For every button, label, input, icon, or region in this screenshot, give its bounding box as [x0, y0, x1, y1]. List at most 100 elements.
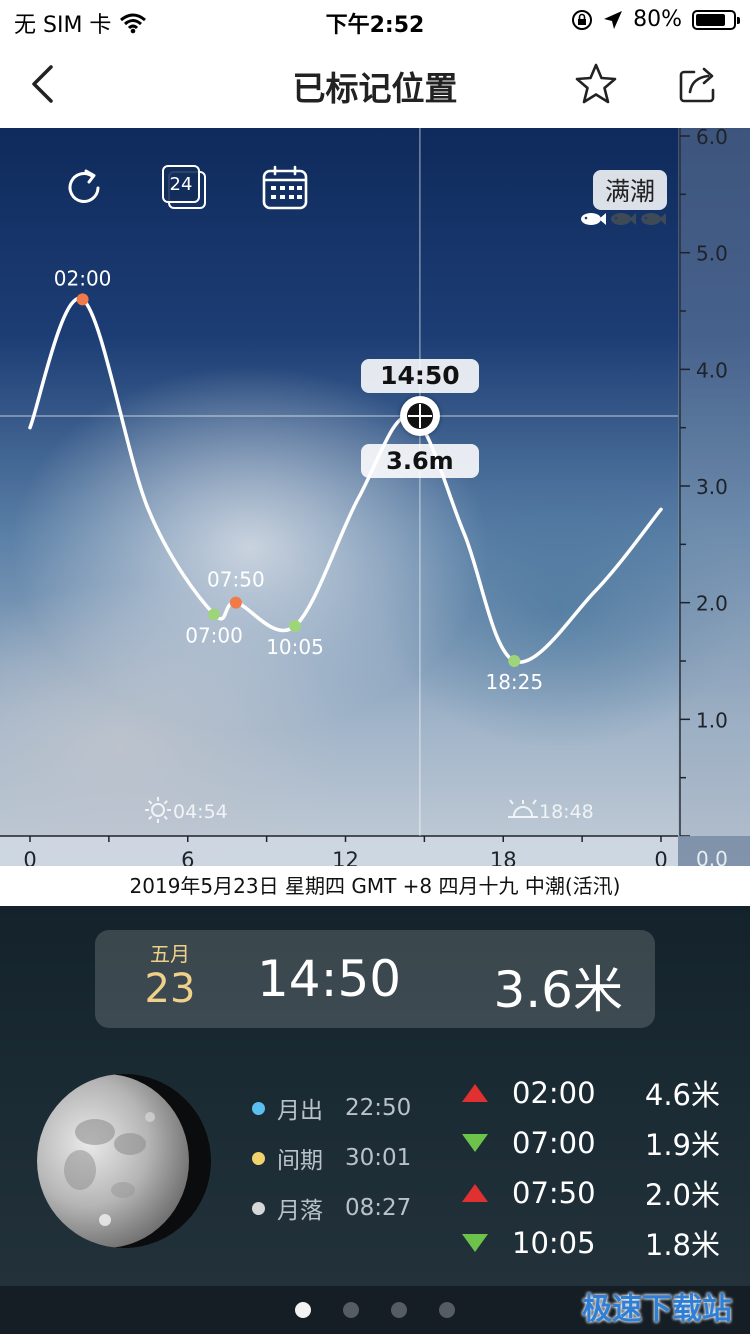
sunrise-icon — [145, 797, 171, 823]
sun-ray — [148, 815, 153, 820]
high-tide-icon — [462, 1184, 488, 1202]
x-tick-label: 6 — [181, 848, 194, 866]
refresh-icon — [68, 169, 100, 203]
y-tick-label: 5.0 — [696, 242, 728, 266]
moon-info-value: 08:27 — [345, 1195, 412, 1221]
summary-height: 3.6米 — [493, 961, 623, 1019]
sun-ray — [163, 815, 168, 820]
tide-chart-svg: 6.0 5.0 4.0 3.0 2.0 1.0 0.0 0 6 12 18 0 02:00 07:00 07… — [0, 128, 750, 866]
tide-detail-panel: 五月 23 14:50 3.6米 月出 22:50 间期 30:01 月落 08… — [0, 906, 750, 1286]
share-icon — [679, 67, 715, 103]
fish-icon — [581, 213, 606, 225]
tide-event-marker — [508, 655, 521, 667]
y-tick-label: 1.0 — [696, 708, 728, 732]
sun-ray — [509, 799, 514, 805]
date-info-bar: 2019年5月23日 星期四 GMT +8 四月十九 中潮(活汛) — [0, 866, 750, 906]
page-title: 已标记位置 — [292, 69, 458, 108]
sun-ray — [148, 800, 153, 805]
tide-event-time: 02:00 — [512, 1076, 596, 1110]
battery-icon — [692, 9, 740, 30]
moon-info-row: 月出 22:50 — [252, 1083, 411, 1133]
y-tick-label: 6.0 — [696, 128, 728, 149]
battery-percent: 80% — [633, 7, 682, 32]
tide-event-time: 07:00 — [512, 1126, 596, 1160]
low-tide-icon — [462, 1234, 488, 1252]
cursor-time-label: 14:50 — [360, 359, 479, 393]
tide-event-time: 07:50 — [512, 1176, 596, 1210]
moon-info-value: 22:50 — [345, 1095, 412, 1121]
tide-event-marker — [208, 608, 221, 621]
refresh-button[interactable] — [56, 160, 112, 216]
tide-state-label: 满潮 — [592, 170, 667, 210]
hours-24-label: 24 — [162, 165, 200, 203]
tide-event-marker — [229, 596, 242, 609]
current-tide-summary: 五月 23 14:50 3.6米 — [95, 930, 655, 1028]
y-tick-label: 0.0 — [696, 847, 728, 866]
orientation-lock-icon — [572, 9, 593, 30]
sun-core — [513, 806, 533, 817]
y-tick-label: 3.0 — [696, 475, 728, 499]
tide-chart[interactable]: 6.0 5.0 4.0 3.0 2.0 1.0 0.0 0 6 12 18 0 02:00 07:00 07… — [0, 128, 750, 866]
cursor-handle[interactable] — [399, 396, 440, 436]
x-tick-label: 0 — [654, 848, 667, 866]
moon-info-value: 30:01 — [345, 1145, 412, 1171]
share-button[interactable] — [668, 54, 728, 114]
calendar-icon — [262, 165, 308, 210]
sunset-time: 18:48 — [539, 801, 594, 823]
summary-day: 23 — [144, 966, 196, 1012]
page-dot[interactable] — [343, 1302, 359, 1318]
star-icon — [575, 63, 617, 104]
status-right: 80% — [571, 7, 740, 32]
x-tick-label: 12 — [332, 848, 359, 866]
favorite-button[interactable] — [566, 54, 626, 114]
cursor-height-label: 3.6m — [360, 444, 479, 478]
page-dot[interactable] — [295, 1302, 311, 1318]
moon-info-label: 月出 — [277, 1098, 323, 1124]
sunrise-time: 04:54 — [173, 801, 228, 823]
high-tide-icon — [462, 1084, 488, 1102]
moon-info-dot — [252, 1101, 265, 1115]
x-tick-label: 0 — [23, 848, 36, 866]
tide-event-time: 10:05 — [512, 1226, 596, 1260]
sunset-icon — [508, 799, 538, 818]
status-bar: 无 SIM 卡 下午2:52 80% — [0, 0, 750, 40]
summary-month: 五月 — [150, 942, 190, 966]
calendar-button[interactable] — [257, 160, 313, 216]
fish-icon — [641, 213, 666, 225]
tide-curve — [28, 296, 663, 664]
moon-info-dot — [252, 1201, 265, 1215]
y-tick-label: 2.0 — [696, 592, 728, 616]
tide-event-label: 18:25 — [485, 670, 543, 694]
low-tide-icon — [462, 1134, 488, 1152]
tide-event-label: 07:00 — [185, 623, 243, 647]
moon-info-label: 间期 — [277, 1148, 323, 1174]
tide-event-height: 1.8米 — [644, 1228, 720, 1262]
watermark-text: 极速下载站 — [582, 1292, 732, 1327]
page-dot[interactable] — [439, 1302, 455, 1318]
y-tick-label: 4.0 — [696, 358, 728, 382]
moon-phase-image — [35, 1072, 213, 1250]
page-dot[interactable] — [391, 1302, 407, 1318]
summary-time: 14:50 — [257, 950, 402, 1008]
tide-event-marker — [76, 293, 89, 306]
tide-event-row: 07:50 2.0米 — [458, 1168, 720, 1218]
sun-ray — [532, 799, 537, 805]
hours-24-icon: 24 — [162, 165, 208, 211]
moon-info-dot — [252, 1151, 265, 1165]
sun-core — [151, 803, 165, 817]
tide-event-label: 02:00 — [54, 266, 112, 290]
tide-event-height: 2.0米 — [644, 1178, 720, 1212]
tide-event-row: 07:00 1.9米 — [458, 1118, 720, 1168]
tide-event-marker — [289, 620, 302, 632]
moon-times-list: 月出 22:50 间期 30:01 月落 08:27 — [252, 1083, 411, 1233]
sun-ray — [163, 800, 168, 805]
tide-event-label: 07:50 — [207, 568, 265, 592]
tide-event-height: 1.9米 — [644, 1128, 720, 1162]
location-arrow-icon — [604, 10, 623, 29]
tide-events-list: 02:00 4.6米 07:00 1.9米 07:50 2.0米 10:05 1… — [458, 1068, 720, 1268]
hours-24-button[interactable]: 24 — [157, 160, 213, 216]
moon-info-row: 月落 08:27 — [252, 1183, 411, 1233]
fish-icon — [611, 213, 636, 225]
x-tick-label: 18 — [490, 848, 517, 866]
moon-info-label: 月落 — [277, 1198, 323, 1224]
